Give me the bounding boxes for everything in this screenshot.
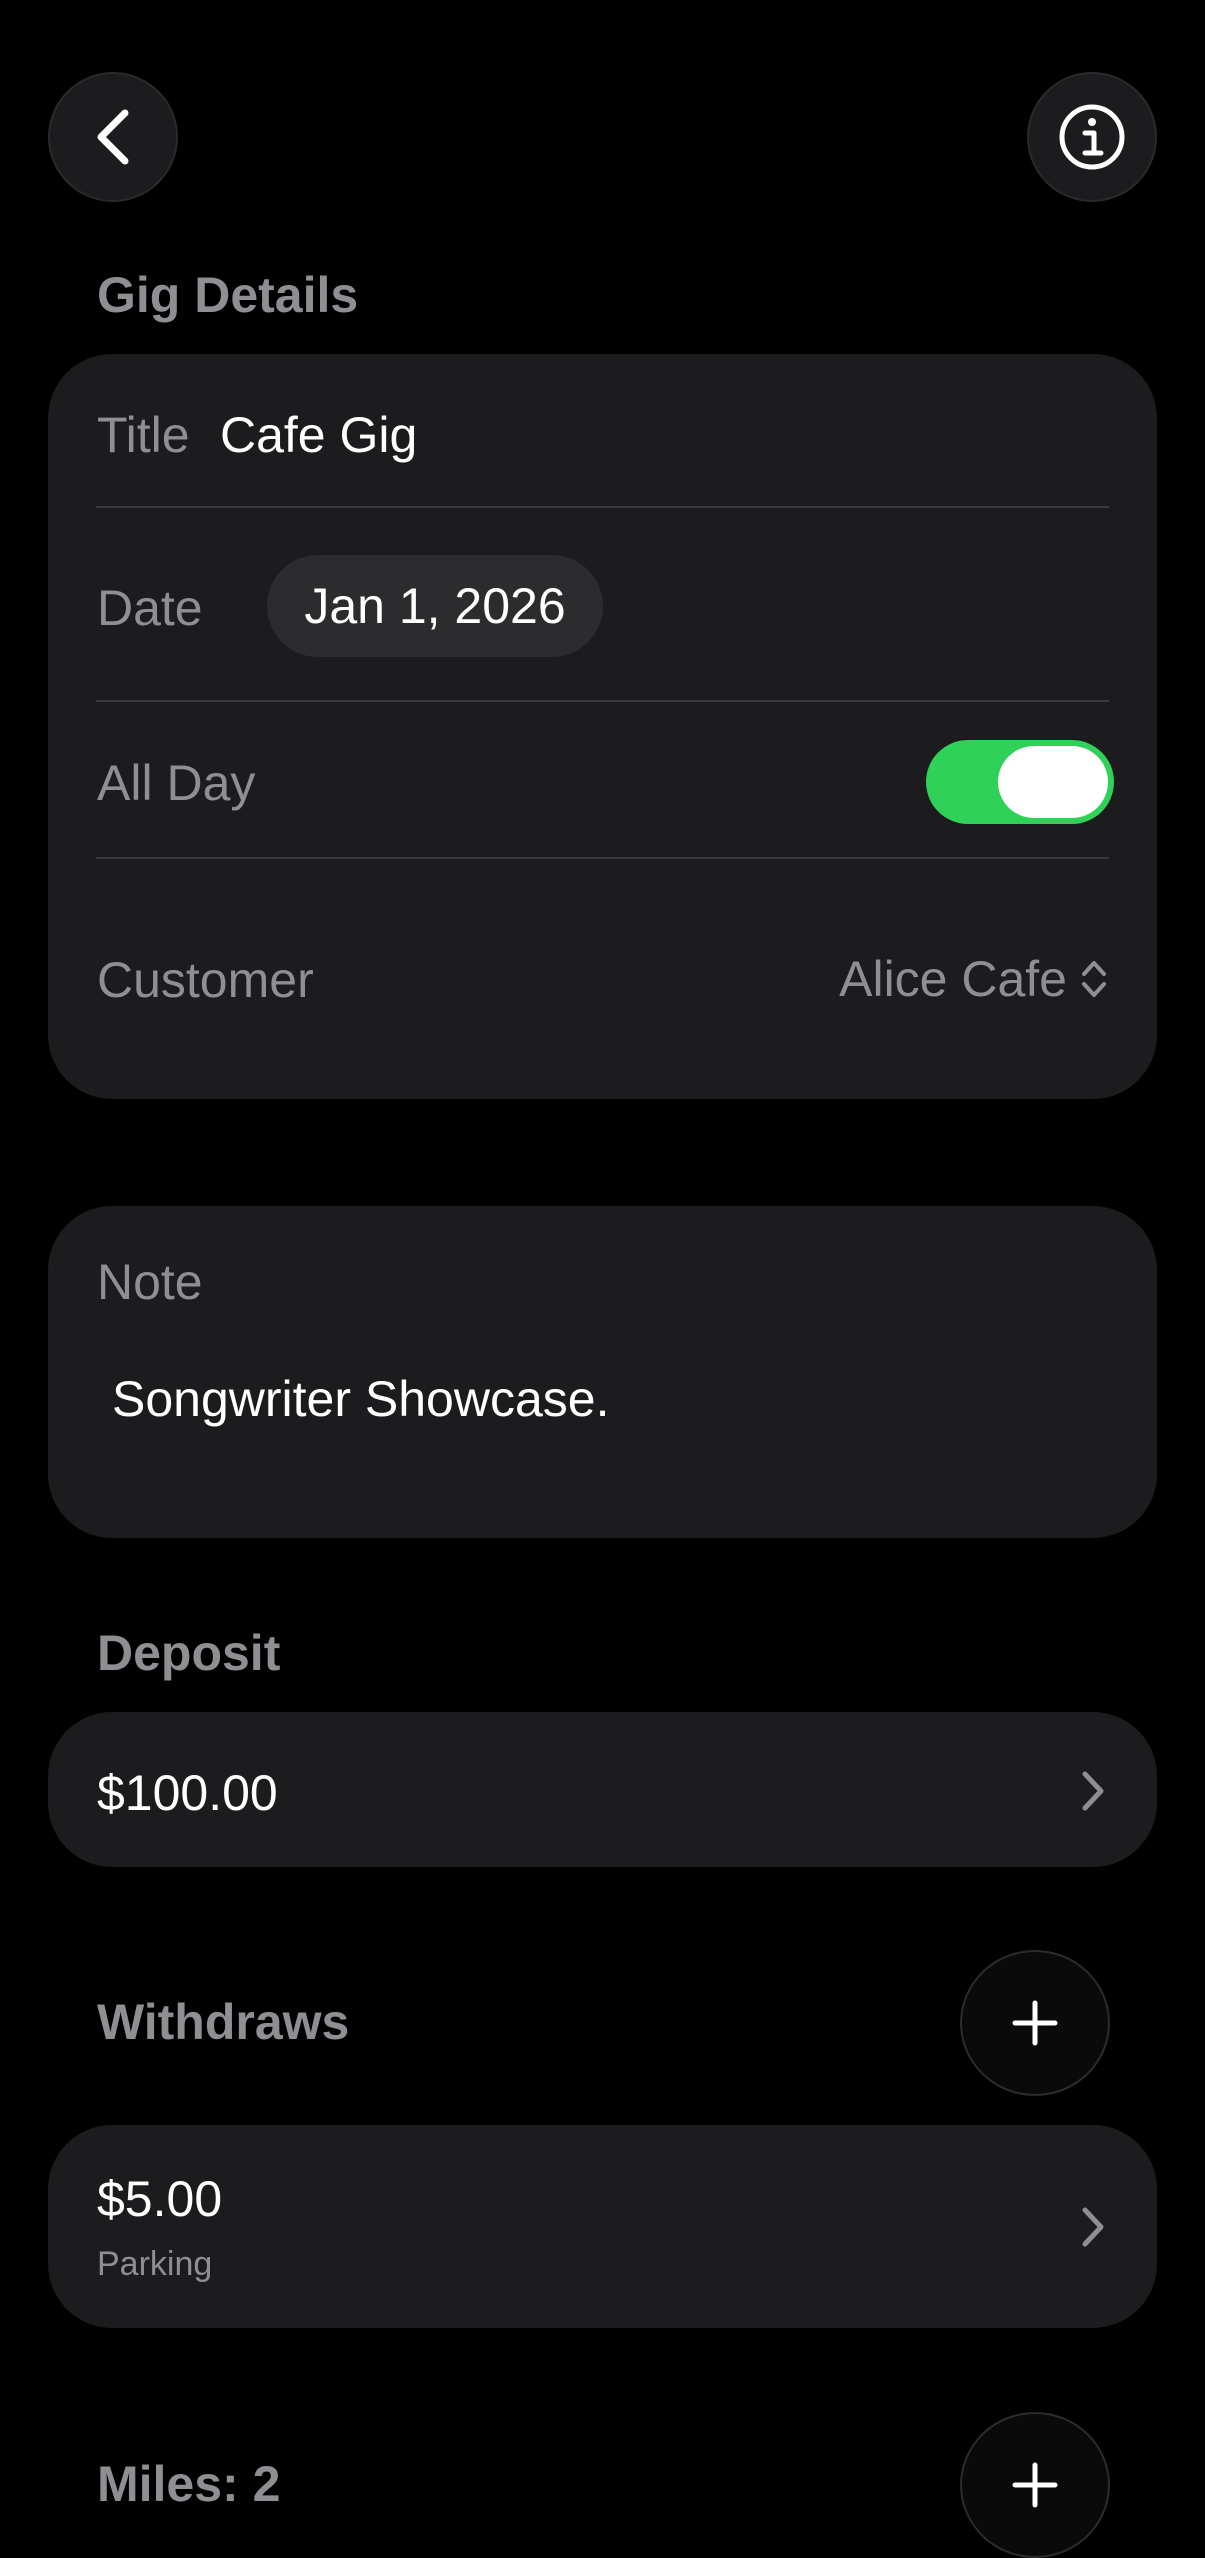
miles-section-title: Miles: 2 <box>97 2456 281 2512</box>
withdraws-section-title: Withdraws <box>97 1994 350 2050</box>
customer-label: Customer <box>97 952 314 1008</box>
divider <box>96 857 1109 859</box>
note-label: Note <box>97 1254 203 1310</box>
customer-value: Alice Cafe <box>839 951 1067 1007</box>
info-circle-icon <box>1059 104 1125 170</box>
title-field[interactable]: Cafe Gig <box>220 406 417 464</box>
withdraw-amount: $5.00 <box>97 2171 223 2227</box>
add-withdraw-button[interactable] <box>960 1950 1110 2096</box>
date-picker-button[interactable]: Jan 1, 2026 <box>267 555 603 657</box>
date-value: Jan 1, 2026 <box>304 578 566 634</box>
chevron-left-icon <box>97 109 129 165</box>
note-text[interactable]: Songwriter Showcase. <box>112 1370 609 1428</box>
customer-picker[interactable]: Alice Cafe <box>839 944 1109 1014</box>
date-label: Date <box>97 580 203 636</box>
all-day-toggle[interactable] <box>926 740 1114 824</box>
deposit-amount: $100.00 <box>97 1765 278 1821</box>
note-card[interactable]: Note Songwriter Showcase. <box>48 1206 1157 1538</box>
chevron-up-down-icon <box>1082 961 1106 997</box>
deposit-row[interactable]: $100.00 <box>48 1712 1157 1867</box>
chevron-right-icon <box>1082 2207 1104 2247</box>
deposit-section-title: Deposit <box>97 1625 281 1681</box>
toggle-knob <box>998 746 1108 818</box>
plus-icon <box>1012 2000 1058 2046</box>
add-miles-button[interactable] <box>960 2412 1110 2558</box>
back-button[interactable] <box>48 72 178 202</box>
gig-details-card: Title Cafe Gig Date Jan 1, 2026 All Day … <box>48 354 1157 1099</box>
all-day-label: All Day <box>97 755 256 811</box>
title-label: Title <box>97 407 190 463</box>
gig-details-section-title: Gig Details <box>97 267 359 323</box>
divider <box>96 700 1109 702</box>
info-button[interactable] <box>1027 72 1157 202</box>
plus-icon <box>1012 2462 1058 2508</box>
withdraw-list-item[interactable]: $5.00 Parking <box>48 2125 1157 2328</box>
withdraw-description: Parking <box>97 2245 213 2283</box>
chevron-right-icon <box>1082 1771 1104 1811</box>
divider <box>96 506 1109 508</box>
